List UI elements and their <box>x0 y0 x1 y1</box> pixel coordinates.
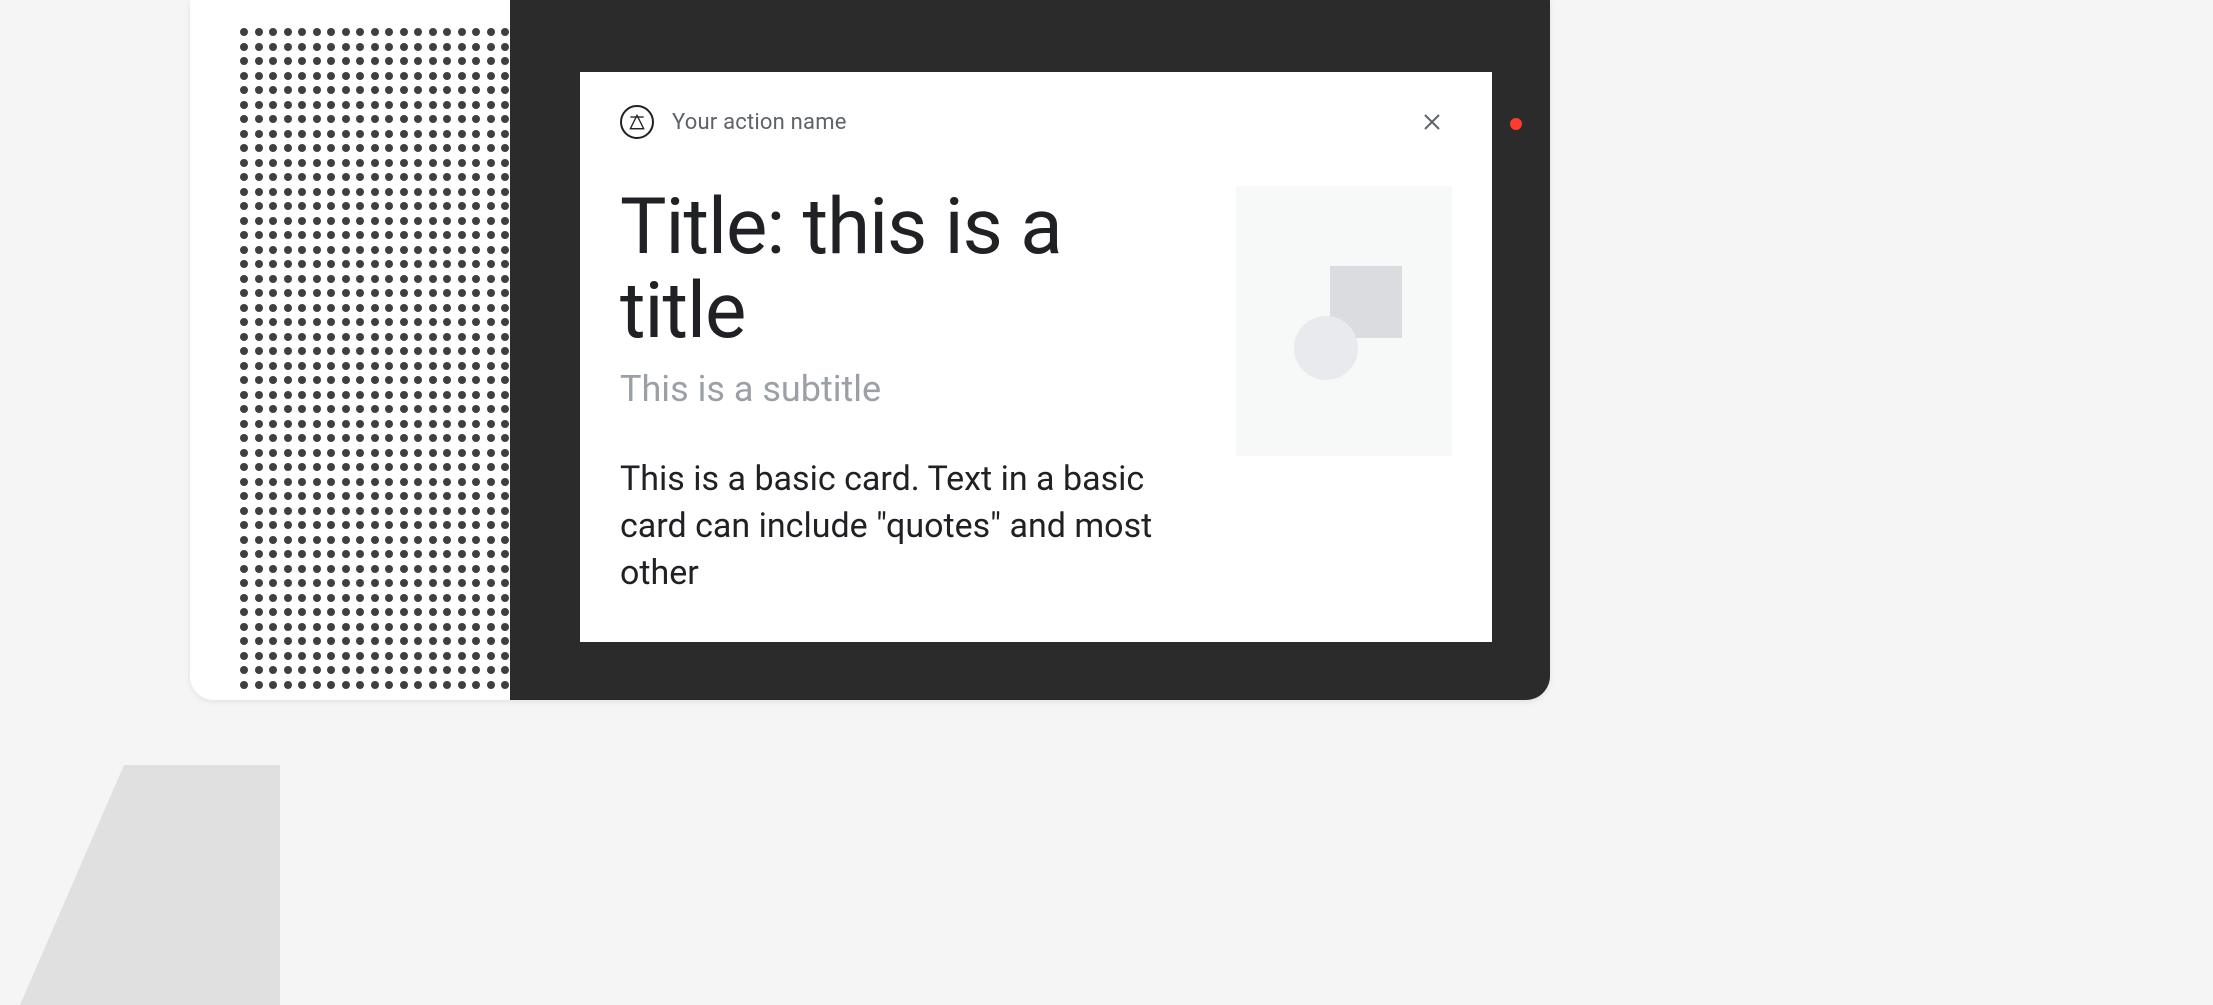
led-indicator <box>1510 118 1522 130</box>
card-text-column: Title: this is a title This is a subtitl… <box>620 186 1196 597</box>
close-button[interactable] <box>1412 102 1452 142</box>
card-image-column <box>1236 186 1452 597</box>
card-body-text: This is a basic card. Text in a basic ca… <box>620 456 1196 597</box>
smart-display-device: Your action name Title: this is a title … <box>190 0 1550 700</box>
card-title: Title: this is a title <box>620 186 1196 354</box>
stage: Your action name Title: this is a title … <box>0 0 2213 1005</box>
image-placeholder-icon <box>1236 186 1452 456</box>
card-subtitle: This is a subtitle <box>620 368 1196 410</box>
card-header: Your action name <box>580 72 1492 156</box>
speaker-grille <box>190 0 510 700</box>
basic-card: Your action name Title: this is a title … <box>580 72 1492 642</box>
material-logo-icon <box>620 105 654 139</box>
device-stand <box>20 765 280 1005</box>
screen-frame: Your action name Title: this is a title … <box>510 0 1550 700</box>
action-name-label: Your action name <box>672 110 847 135</box>
close-icon <box>1420 110 1444 134</box>
card-body: Title: this is a title This is a subtitl… <box>580 156 1492 597</box>
